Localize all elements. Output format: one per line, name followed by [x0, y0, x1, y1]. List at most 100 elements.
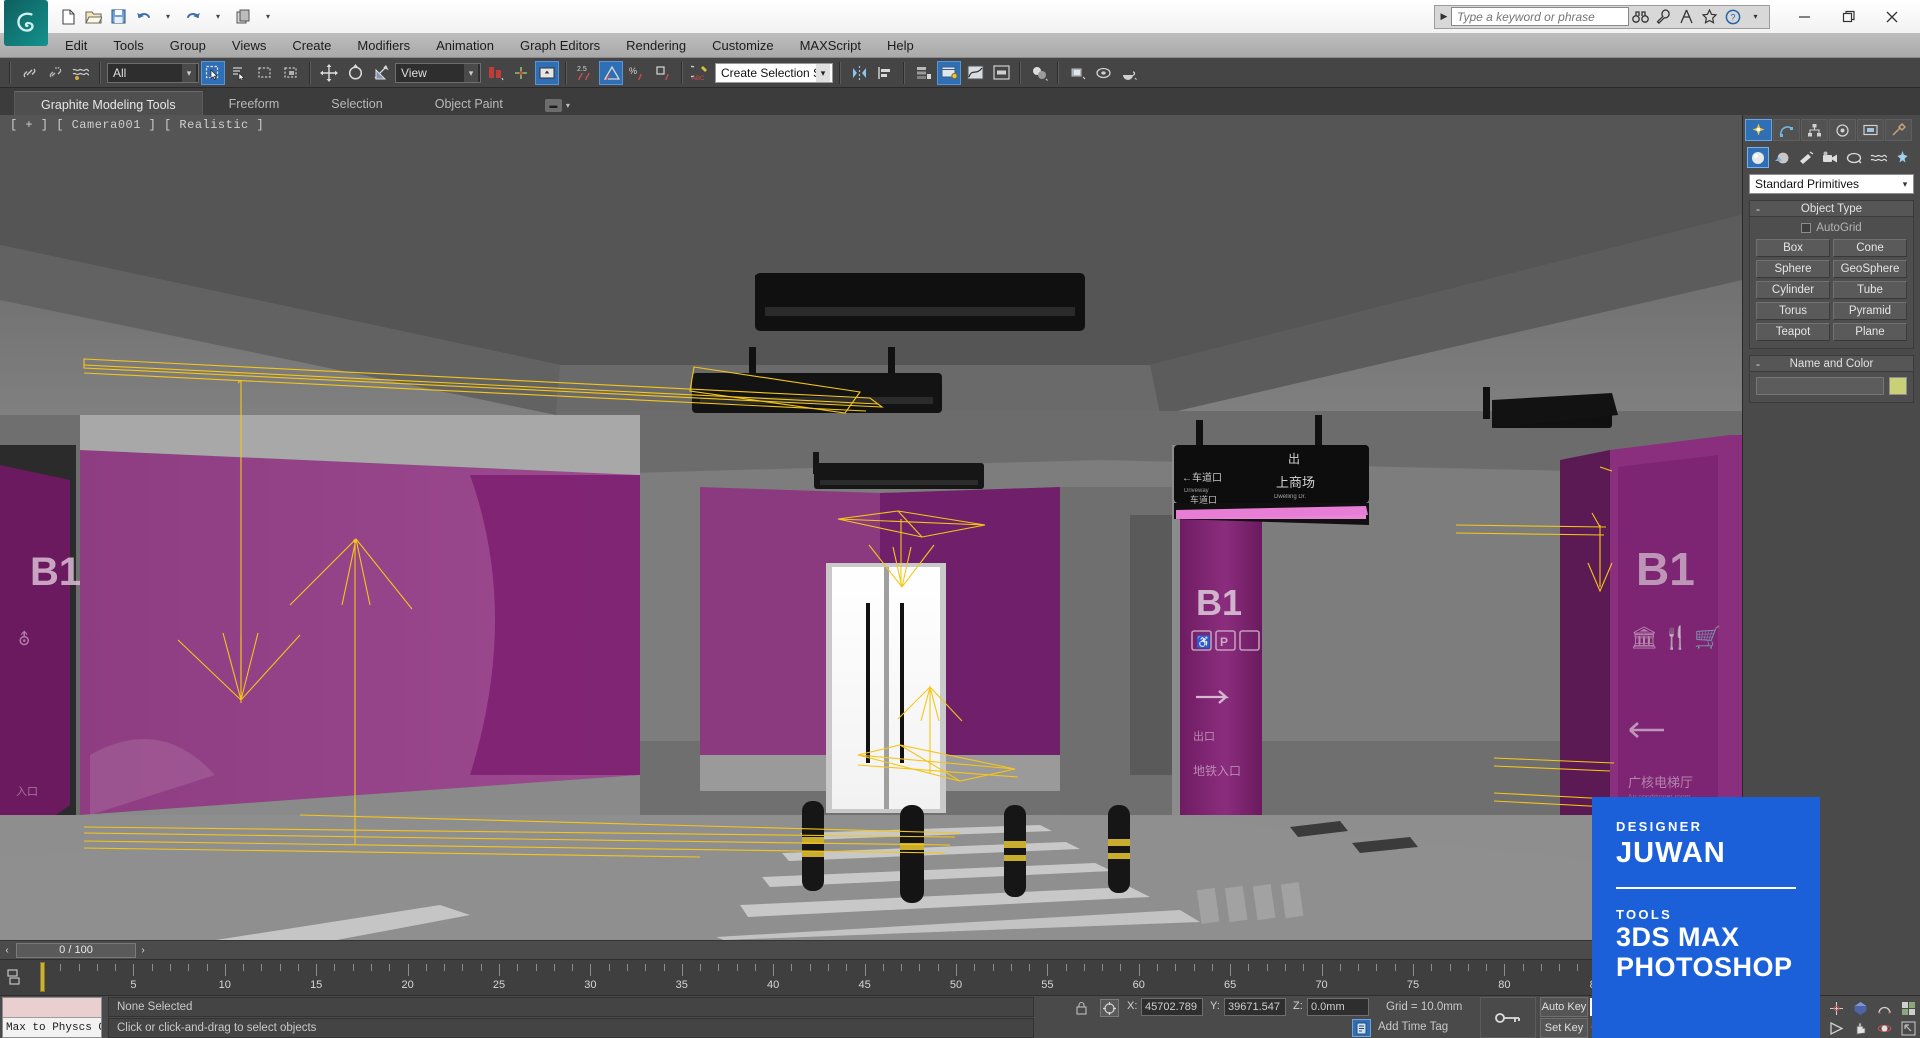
field-of-view-icon[interactable]	[1872, 998, 1896, 1018]
systems-category[interactable]	[1891, 147, 1913, 168]
angle-snap-icon[interactable]	[599, 61, 623, 85]
bind-space-warp-icon[interactable]	[69, 61, 93, 85]
object-type-header[interactable]: - Object Type	[1750, 201, 1913, 217]
menu-item-help[interactable]: Help	[874, 36, 927, 55]
render-production-icon[interactable]	[1117, 61, 1141, 85]
zoom-extents-icon[interactable]	[1848, 998, 1872, 1018]
project-folder-icon[interactable]	[233, 7, 253, 27]
track-bar[interactable]: 51015202530354045505560657075808590	[0, 959, 1742, 995]
selection-lock-icon[interactable]	[1072, 1000, 1090, 1016]
search-input[interactable]	[1451, 7, 1629, 26]
menu-item-views[interactable]: Views	[219, 36, 279, 55]
teapot-button[interactable]: Teapot	[1756, 323, 1830, 341]
menu-item-maxscript[interactable]: MAXScript	[787, 36, 874, 55]
ribbon-minimize-icon[interactable]: ▬	[545, 99, 562, 112]
snaps-toggle-icon[interactable]: 2.5	[573, 61, 597, 85]
use-pivot-center-icon[interactable]	[483, 61, 507, 85]
application-menu-button[interactable]	[4, 0, 48, 46]
keyboard-shortcut-override-icon[interactable]	[535, 61, 559, 85]
undo-icon[interactable]	[133, 7, 153, 27]
set-key-button[interactable]: Set Key	[1540, 1018, 1588, 1038]
menu-item-animation[interactable]: Animation	[423, 36, 507, 55]
geometry-category[interactable]	[1747, 147, 1769, 168]
percent-snap-icon[interactable]: %	[625, 61, 649, 85]
window-crossing-icon[interactable]	[279, 61, 303, 85]
set-key-toggle-icon[interactable]	[1480, 997, 1536, 1038]
tab-freeform[interactable]: Freeform	[203, 91, 306, 118]
pan-view-icon[interactable]	[1848, 1018, 1872, 1038]
timeline-ruler[interactable]: 51015202530354045505560657075808590	[42, 960, 1742, 995]
space-warps-category[interactable]	[1867, 147, 1889, 168]
coord-x-input[interactable]: 45702.789	[1141, 998, 1203, 1016]
sphere-button[interactable]: Sphere	[1756, 260, 1830, 278]
undo-dropdown-icon[interactable]: ▾	[158, 7, 178, 27]
render-setup-icon[interactable]	[1065, 61, 1089, 85]
select-and-scale-icon[interactable]	[369, 61, 393, 85]
named-selection-sets-icon[interactable]: ABC	[689, 61, 713, 85]
time-slider-handle[interactable]: 0 / 100	[16, 943, 136, 958]
save-file-icon[interactable]	[108, 7, 128, 27]
binoculars-icon[interactable]	[1629, 6, 1652, 28]
autogrid-checkbox[interactable]	[1801, 223, 1811, 233]
spinner-snap-icon[interactable]	[651, 61, 675, 85]
tab-object-paint[interactable]: Object Paint	[409, 91, 529, 118]
menu-item-rendering[interactable]: Rendering	[613, 36, 699, 55]
menu-item-group[interactable]: Group	[157, 36, 219, 55]
minimize-button[interactable]	[1782, 2, 1826, 32]
new-file-icon[interactable]	[58, 7, 78, 27]
chevron-down-icon[interactable]: ▾	[182, 64, 196, 82]
pyramid-button[interactable]: Pyramid	[1833, 302, 1907, 320]
chevron-down-icon[interactable]: ▾	[464, 64, 478, 82]
close-button[interactable]	[1870, 2, 1914, 32]
rendered-frame-window-icon[interactable]	[1091, 61, 1115, 85]
shapes-category[interactable]	[1771, 147, 1793, 168]
maximize-viewport-icon[interactable]	[1896, 1018, 1920, 1038]
align-icon[interactable]	[873, 61, 897, 85]
chevron-down-icon[interactable]: ▾	[816, 64, 830, 82]
select-and-rotate-icon[interactable]	[343, 61, 367, 85]
primitive-type-dropdown[interactable]: Standard Primitives ▾	[1749, 174, 1914, 194]
display-tab[interactable]	[1857, 119, 1884, 141]
tube-button[interactable]: Tube	[1833, 281, 1907, 299]
cameras-category[interactable]	[1819, 147, 1841, 168]
open-file-icon[interactable]	[83, 7, 103, 27]
utilities-tab[interactable]	[1885, 119, 1912, 141]
coord-z-input[interactable]: 0.0mm	[1307, 998, 1369, 1016]
orbit-icon[interactable]	[1872, 1018, 1896, 1038]
rollout-collapse-icon[interactable]: -	[1750, 357, 1766, 371]
open-mini-curve-editor-icon[interactable]	[6, 968, 22, 989]
star-icon[interactable]	[1698, 6, 1721, 28]
max-to-physics-panel[interactable]: Max to Physcs C	[2, 997, 102, 1038]
tab-graphite-modeling-tools[interactable]: Graphite Modeling Tools	[14, 91, 203, 118]
hierarchy-tab[interactable]	[1801, 119, 1828, 141]
cone-button[interactable]: Cone	[1833, 239, 1907, 257]
customize-qat-icon[interactable]: ▾	[258, 7, 278, 27]
rollout-collapse-icon[interactable]: -	[1750, 202, 1766, 216]
viewport-camera001[interactable]: [ + ] [ Camera001 ] [ Realistic ]	[0, 115, 1742, 940]
geosphere-button[interactable]: GeoSphere	[1833, 260, 1907, 278]
mirror-icon[interactable]	[847, 61, 871, 85]
reference-coordinate-combo[interactable]: View ▾	[395, 63, 481, 83]
create-tab[interactable]	[1745, 119, 1772, 141]
helpers-category[interactable]	[1843, 147, 1865, 168]
prev-frame-button[interactable]: ‹	[0, 942, 14, 959]
auto-key-button[interactable]: Auto Key	[1540, 997, 1588, 1017]
torus-button[interactable]: Torus	[1756, 302, 1830, 320]
link-icon[interactable]	[17, 61, 41, 85]
object-color-swatch[interactable]	[1889, 377, 1907, 395]
search-expand-icon[interactable]: ▶	[1437, 11, 1451, 22]
menu-item-tools[interactable]: Tools	[100, 36, 156, 55]
select-object-icon[interactable]	[201, 61, 225, 85]
tab-selection[interactable]: Selection	[305, 91, 408, 118]
select-and-manipulate-icon[interactable]	[509, 61, 533, 85]
select-by-name-icon[interactable]	[227, 61, 251, 85]
rectangular-region-icon[interactable]	[253, 61, 277, 85]
compass-icon[interactable]	[1675, 6, 1698, 28]
unlink-icon[interactable]	[43, 61, 67, 85]
menu-item-graph-editors[interactable]: Graph Editors	[507, 36, 613, 55]
selection-filter-combo[interactable]: All ▾	[107, 63, 199, 83]
wrench-icon[interactable]	[1652, 6, 1675, 28]
zoom-region-icon[interactable]	[1896, 998, 1920, 1018]
toggle-scene-explorer-icon[interactable]	[937, 61, 961, 85]
schematic-view-icon[interactable]	[989, 61, 1013, 85]
